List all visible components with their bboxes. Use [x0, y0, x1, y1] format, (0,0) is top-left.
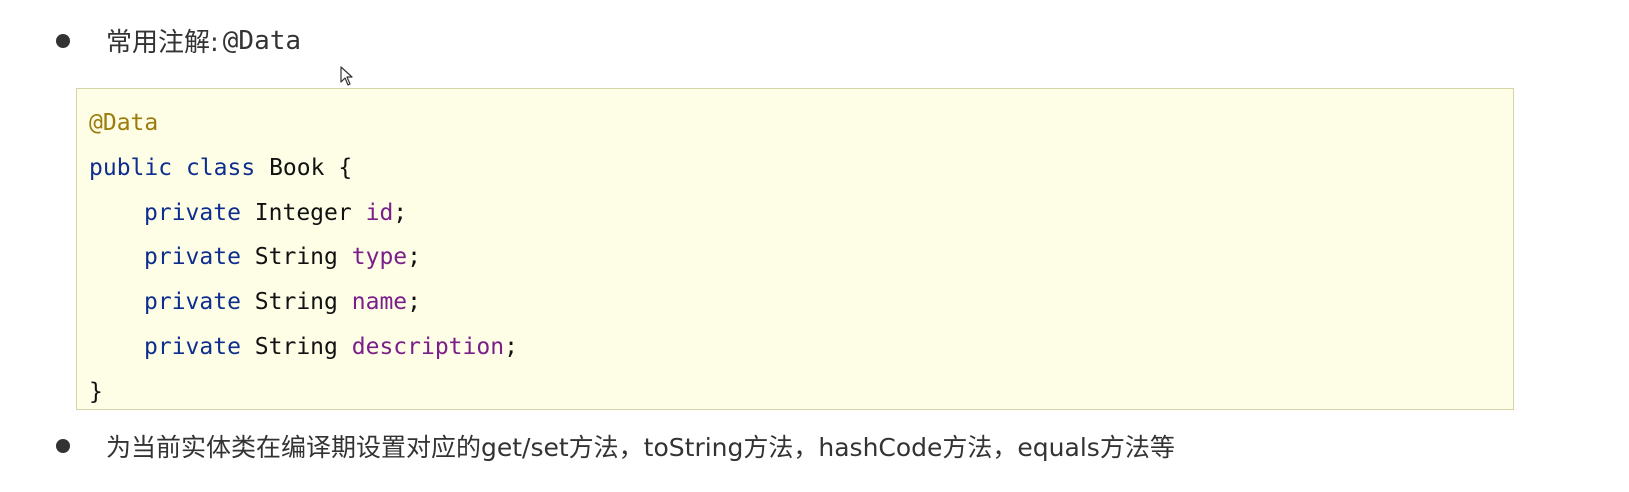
- semicolon: ;: [407, 289, 421, 316]
- field-modifier: private: [144, 333, 241, 360]
- field-modifier: private: [144, 289, 241, 316]
- bullet-dot-icon: [56, 33, 70, 48]
- field-name: type: [351, 244, 408, 271]
- brace-open: {: [338, 154, 353, 181]
- annotation-token: @Data: [89, 110, 159, 136]
- code-line-brace-close: }: [89, 370, 1513, 415]
- class-name: Book: [269, 154, 325, 181]
- field-type: String: [254, 244, 338, 271]
- field-name: id: [365, 199, 394, 226]
- bullet-item-annotation: 常用注解: @Data: [56, 22, 301, 59]
- brace-close: }: [89, 378, 103, 405]
- field-type: String: [254, 333, 338, 360]
- bullet-inline-code: @Data: [222, 25, 302, 56]
- keyword-class: class: [185, 154, 256, 181]
- bullet-item-description: 为当前实体类在编译期设置对应的get/set方法，toString方法，hash…: [56, 428, 1175, 464]
- semicolon: ;: [504, 333, 518, 360]
- semicolon: ;: [393, 199, 408, 226]
- code-line-field-description: private String description;: [89, 325, 1513, 370]
- field-type: Integer: [254, 199, 352, 226]
- bullet-label: 常用注解:: [106, 28, 219, 58]
- bullet-description: 为当前实体类在编译期设置对应的get/set方法，toString方法，hash…: [106, 433, 1175, 462]
- document-page: 常用注解: @Data @Data public class Book { pr…: [0, 0, 1629, 492]
- code-line-class-declaration: public class Book {: [89, 146, 1513, 191]
- code-line-annotation: @Data: [89, 101, 1513, 146]
- field-name: name: [351, 289, 408, 316]
- code-line-field-id: private Integer id;: [89, 191, 1513, 236]
- code-line-field-type: private String type;: [89, 235, 1513, 280]
- field-name: description: [351, 333, 505, 360]
- semicolon: ;: [407, 244, 421, 271]
- code-block: @Data public class Book { private Intege…: [76, 88, 1514, 410]
- mouse-cursor-icon: [340, 66, 353, 86]
- bullet-dot-icon: [56, 439, 70, 453]
- keyword-public: public: [89, 154, 173, 181]
- field-modifier: private: [144, 199, 241, 226]
- field-modifier: private: [144, 244, 241, 271]
- field-type: String: [254, 289, 338, 316]
- code-line-field-name: private String name;: [89, 280, 1513, 325]
